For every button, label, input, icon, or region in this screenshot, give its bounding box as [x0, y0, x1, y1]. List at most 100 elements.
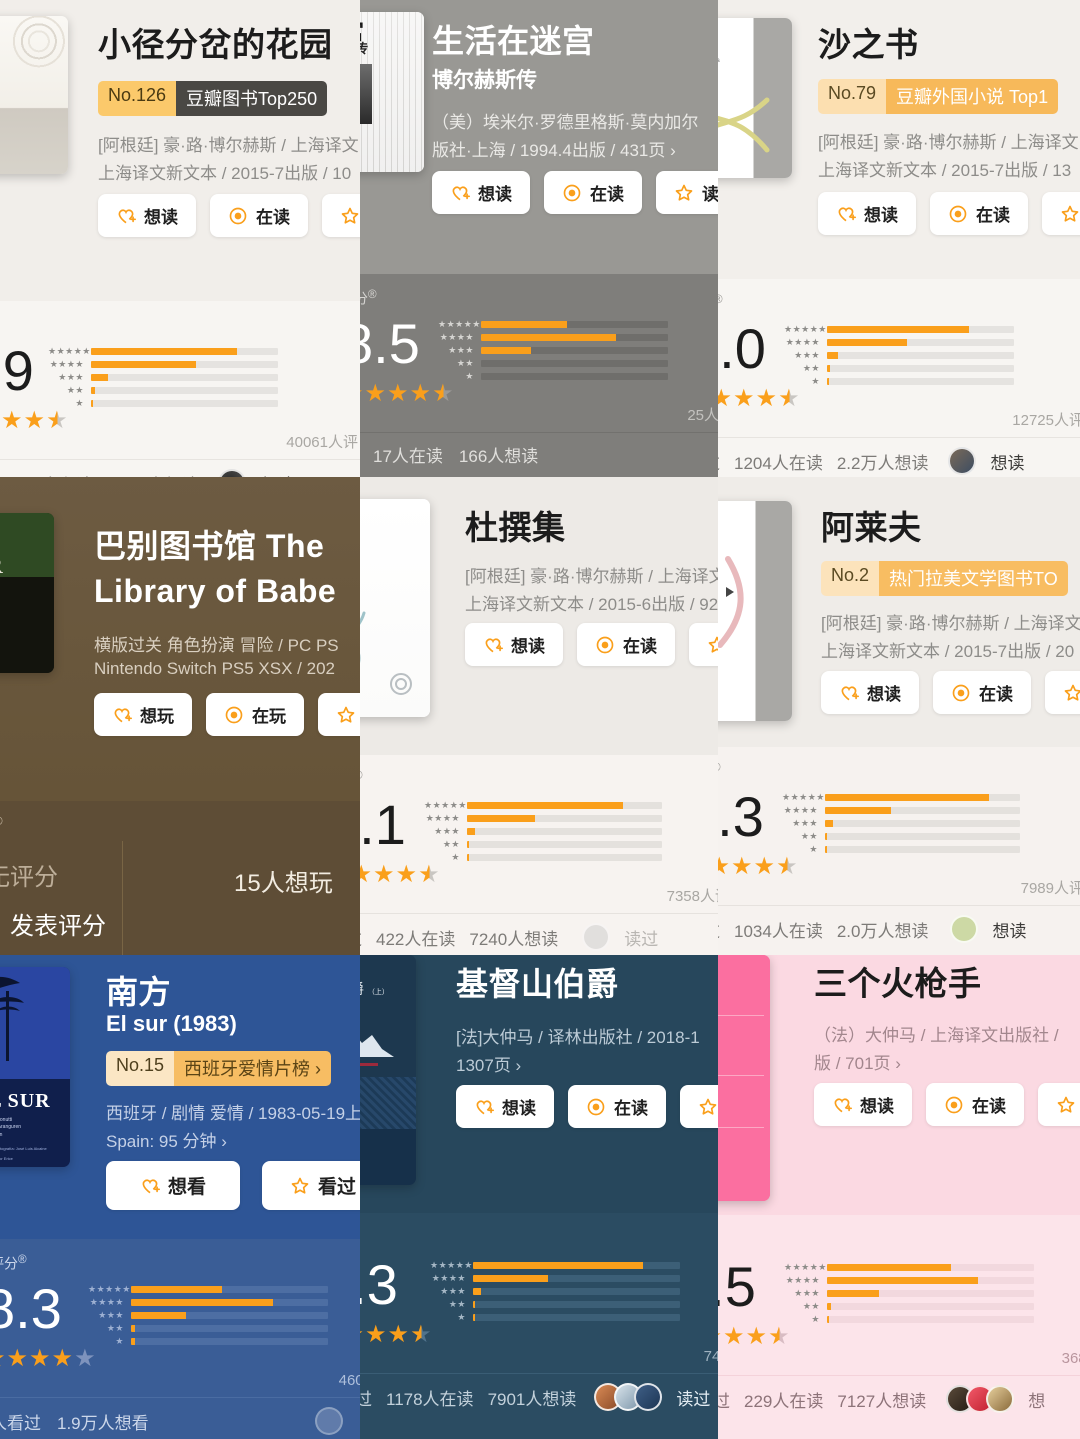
target-dot-icon: [951, 683, 971, 703]
book-cover[interactable]: Jorge Luis ges El Aleph 莱夫 ·路·博尔赫斯 著 上海译…: [718, 501, 792, 721]
foot-read[interactable]: 读过: [718, 449, 720, 474]
action-buttons[interactable]: 想读 在读 读过: [814, 1083, 1080, 1126]
foot-action[interactable]: 想读: [992, 917, 1026, 942]
rating-distribution: ★★★★★ ★★★★ ★★★ ★★ ★: [784, 325, 1014, 386]
reading-button[interactable]: 在读: [577, 623, 675, 666]
reading-button[interactable]: 在读: [210, 194, 308, 237]
cell-book-sange-huoqiangshou[interactable]: 枪手 大仲马 著 Mousquetaires 三个火枪手 （法）大仲马 / 上海…: [718, 955, 1080, 1439]
heart-plus-icon: [836, 204, 856, 224]
foot-want[interactable]: 7901人想读: [488, 1385, 577, 1410]
watched-button[interactable]: 看过: [262, 1161, 360, 1210]
foot-want[interactable]: 1.9万人想看: [57, 1409, 149, 1434]
want-watch-button[interactable]: 想看: [106, 1161, 241, 1210]
foot-want[interactable]: 2.2万人想读: [837, 449, 929, 474]
foot-action[interactable]: 想读: [990, 449, 1024, 474]
want-read-button[interactable]: 想读: [818, 192, 916, 235]
cell-book-shenghuo-zai-migong[interactable]: 迷宫 尔赫斯传 Z AE QUAN 生活在迷宫 博尔赫斯传 （美）埃米尔·罗德里…: [360, 0, 718, 477]
foot-read[interactable]: 读过: [360, 1385, 372, 1410]
foot-want[interactable]: 7240人想读: [469, 925, 558, 950]
action-buttons[interactable]: 想看 看过: [106, 1161, 360, 1210]
reading-button[interactable]: 在读: [933, 671, 1031, 714]
foot-read[interactable]: 读过: [718, 1387, 730, 1412]
read-button[interactable]: 读过: [689, 623, 718, 666]
avatar: [218, 469, 247, 477]
action-buttons[interactable]: 想读 在读 读过: [456, 1085, 718, 1128]
screenshot-collage-grid: 小径分岔的花园 No.126 豆瓣图书Top250 [阿根廷] 豪·路·博尔赫斯…: [0, 0, 1080, 1439]
foot-read[interactable]: 人看过: [0, 1409, 41, 1434]
want-read-label: 想读: [144, 208, 178, 227]
action-buttons[interactable]: 想读 在读 读过: [465, 623, 718, 666]
avatar-stack[interactable]: [218, 469, 247, 477]
want-read-button[interactable]: 想读: [98, 194, 196, 237]
foot-want[interactable]: 2.0万人想读: [837, 917, 929, 942]
cell-book-sha-zhi-shu[interactable]: Jorge Luis rges El libro de arena 之 书 沙之…: [718, 0, 1080, 477]
foot-reading[interactable]: 1204人在读: [734, 449, 823, 474]
rank-badge[interactable]: No.15 西班牙爱情片榜 ›: [106, 1051, 332, 1086]
reading-button[interactable]: 在读: [544, 171, 642, 214]
heart-plus-icon: [474, 1097, 494, 1117]
cell-book-jidushan-bojue[interactable]: Alexandre Dumas 山伯爵 （上） [法] 大仲马 著 基督山伯爵 …: [360, 955, 718, 1439]
read-button[interactable]: 读过: [1038, 1083, 1080, 1126]
page-title: 巴别图书馆 The: [94, 528, 325, 564]
avatar-stack[interactable]: [946, 1385, 1015, 1413]
action-buttons[interactable]: 想读 在读 读过: [98, 194, 360, 237]
read-button[interactable]: 读过: [1042, 192, 1080, 235]
action-buttons[interactable]: 想读 在读 读过: [818, 192, 1080, 235]
playing-button[interactable]: 在玩: [206, 693, 304, 736]
want-read-button[interactable]: 想读: [432, 171, 530, 214]
foot-reading[interactable]: 229人在读: [744, 1387, 823, 1412]
read-button[interactable]: 读过: [656, 171, 718, 214]
want-play-button[interactable]: 想玩: [94, 693, 192, 736]
book-cover[interactable]: [0, 16, 68, 174]
reading-button[interactable]: 在读: [568, 1085, 666, 1128]
want-read-button[interactable]: 想读: [456, 1085, 554, 1128]
want-read-button[interactable]: 想读: [465, 623, 563, 666]
foot-reading[interactable]: 1178人在读: [386, 1385, 474, 1410]
action-buttons[interactable]: 想玩 在玩 玩过: [94, 693, 360, 736]
rank-badge[interactable]: No.79 豆瓣外国小说 Top1: [818, 79, 1059, 114]
read-button[interactable]: 读过: [322, 194, 360, 237]
rate-prompt[interactable]: ？发表评分: [0, 906, 106, 941]
rank-badge[interactable]: No.2 热门拉美文学图书TO: [821, 561, 1068, 596]
rating-stars: ★★★★★: [718, 1323, 791, 1350]
avatar-stack[interactable]: [950, 915, 979, 943]
played-button[interactable]: 玩过: [318, 693, 360, 736]
reading-button[interactable]: 在读: [930, 192, 1028, 235]
action-buttons[interactable]: 想读 在读 读过: [821, 671, 1080, 714]
read-button[interactable]: 读过: [680, 1085, 718, 1128]
foot-reading[interactable]: 1034人在读: [734, 917, 823, 942]
foot-want[interactable]: 7127人想读: [837, 1387, 926, 1412]
foot-want[interactable]: 166人想读: [459, 442, 538, 467]
want-read-button[interactable]: 想读: [814, 1083, 912, 1126]
movie-poster[interactable]: EL SUR Omero AntonuttiSonsoles Aranguren…: [0, 967, 70, 1167]
foot-action[interactable]: 读过: [624, 925, 658, 950]
cell-book-alaifu[interactable]: Jorge Luis ges El Aleph 莱夫 ·路·博尔赫斯 著 上海译…: [718, 477, 1080, 955]
cell-book-duzhuanji[interactable]: ge Luis ges ンネス 集 斯 · 博尔赫斯 著 杜撰集 [阿根廷] 豪…: [360, 477, 718, 955]
reading-button[interactable]: 在读: [926, 1083, 1024, 1126]
book-cover[interactable]: 迷宫 尔赫斯传 Z AE QUAN: [360, 12, 424, 172]
book-cover[interactable]: Alexandre Dumas 山伯爵 （上） [法] 大仲马 著: [360, 955, 416, 1185]
cell-movie-el-sur[interactable]: EL SUR Omero AntonuttiSonsoles Aranguren…: [0, 955, 360, 1439]
book-cover[interactable]: ge Luis ges ンネス 集 斯 · 博尔赫斯 著: [360, 499, 430, 717]
game-cover[interactable]: LIBR BAB th Platfo: [0, 513, 54, 673]
cell-book-xiaojing[interactable]: 小径分岔的花园 No.126 豆瓣图书Top250 [阿根廷] 豪·路·博尔赫斯…: [0, 0, 360, 477]
book-cover[interactable]: Jorge Luis rges El libro de arena 之 书: [718, 18, 792, 178]
want-read-button[interactable]: 想读: [821, 671, 919, 714]
avatar-stack[interactable]: [582, 923, 611, 951]
foot-read[interactable]: 读过: [718, 917, 720, 942]
rating-stars: ★★★★★: [360, 861, 441, 888]
foot-reading[interactable]: 17人在读: [373, 442, 443, 467]
foot-read[interactable]: 读过: [360, 925, 362, 950]
foot-reading[interactable]: 422人在读: [376, 925, 455, 950]
cell-game-library-of-babel[interactable]: LIBR BAB th Platfo 巴别图书馆 The Library of …: [0, 477, 360, 955]
foot-action[interactable]: 读过: [676, 1385, 710, 1410]
avatar-stack[interactable]: [948, 447, 977, 475]
avatar-stack[interactable]: [594, 1383, 663, 1411]
book-cover[interactable]: 枪手 大仲马 著 Mousquetaires: [718, 955, 770, 1201]
avatar-stack[interactable]: [314, 1407, 343, 1435]
target-dot-icon: [586, 1097, 606, 1117]
action-buttons[interactable]: 想读 在读 读过: [432, 171, 718, 214]
foot-action[interactable]: 想: [1028, 1387, 1045, 1412]
rank-badge[interactable]: No.126 豆瓣图书Top250: [98, 81, 328, 116]
read-button[interactable]: 读过: [1045, 671, 1080, 714]
